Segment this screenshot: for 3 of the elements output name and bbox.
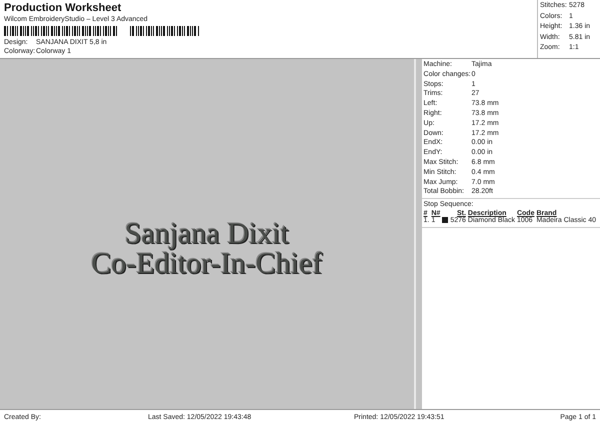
embroidery-text: Co-Editor-In-Chief bbox=[91, 249, 322, 279]
embroidery-text: Sanjana Dixit bbox=[124, 219, 290, 249]
worksheet-title: Production Worksheet bbox=[4, 2, 122, 15]
